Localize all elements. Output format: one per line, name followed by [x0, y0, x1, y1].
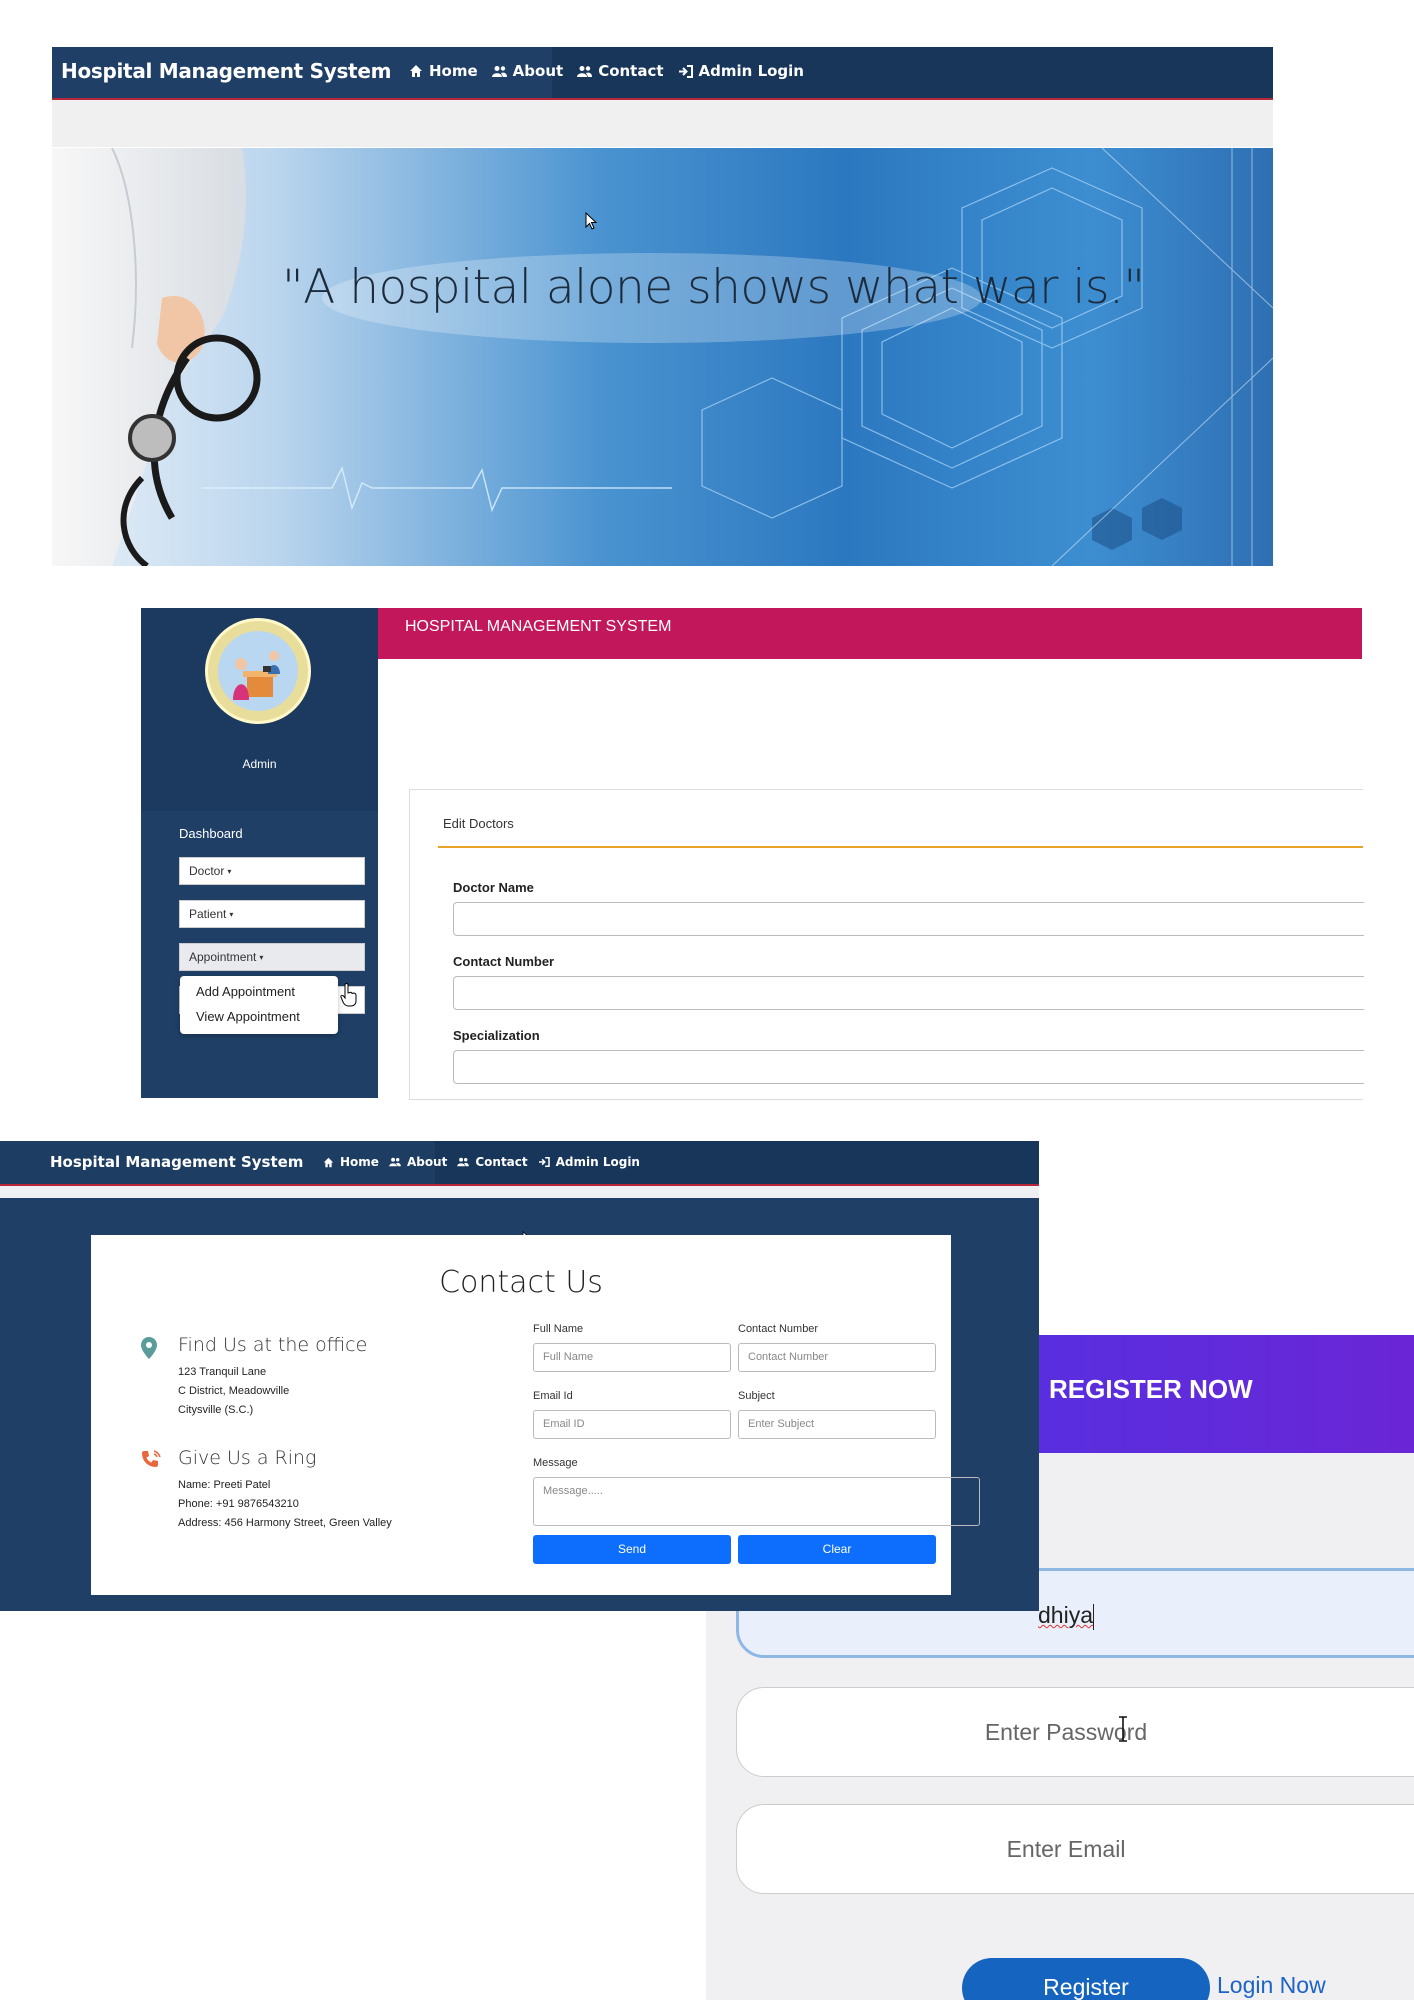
- contact-title: Contact Us: [439, 1265, 603, 1300]
- contact-number-label: Contact Number: [453, 954, 555, 969]
- map-pin-icon: [141, 1337, 157, 1359]
- office-address: 123 Tranquil Lane C District, Meadowvill…: [178, 1366, 290, 1416]
- contact-screenshot: Hospital Management System Home About Co…: [0, 1141, 1039, 1611]
- login-icon: [678, 64, 693, 78]
- register-button[interactable]: Register: [962, 1958, 1210, 2000]
- edit-doctors-card: Edit Doctors Doctor Name Contact Number …: [409, 789, 1364, 1100]
- login-now-link[interactable]: Login Now: [1217, 1972, 1326, 1999]
- message-textarea[interactable]: Message.....: [533, 1477, 980, 1526]
- top-navbar: Hospital Management System Home About Co…: [52, 47, 1273, 100]
- full-name-label: Full Name: [533, 1323, 584, 1335]
- doctor-name-label: Doctor Name: [453, 880, 534, 895]
- nav-home[interactable]: Home: [323, 1155, 379, 1169]
- specialization-label: Specialization: [453, 1028, 540, 1043]
- menu-item-view-appointment[interactable]: View Appointment: [196, 1009, 300, 1024]
- send-button[interactable]: Send: [533, 1535, 731, 1564]
- users-icon: [457, 1157, 470, 1167]
- email-input[interactable]: Email ID: [533, 1410, 731, 1439]
- login-icon: [538, 1157, 550, 1167]
- edit-doctors-title: Edit Doctors: [443, 816, 514, 831]
- appointment-dropdown-menu: Add Appointment View Appointment: [180, 976, 338, 1034]
- brand-title[interactable]: Hospital Management System: [61, 59, 391, 83]
- admin-avatar-illustration: [218, 631, 298, 711]
- nav-admin-login[interactable]: Admin Login: [538, 1155, 640, 1169]
- nav-links: Home About Contact Admin Login: [409, 62, 804, 80]
- nav-contact[interactable]: Contact: [577, 62, 664, 80]
- office-heading: Find Us at the office: [178, 1334, 368, 1356]
- sidebar-dashboard[interactable]: Dashboard: [179, 826, 243, 841]
- brand-title[interactable]: Hospital Management System: [50, 1153, 303, 1171]
- hero-background-image: [52, 148, 1273, 566]
- sidebar-appointment-dropdown[interactable]: Appointment ▾: [179, 943, 365, 971]
- text-cursor-icon: [1119, 1716, 1127, 1742]
- caret-down-icon: ▾: [229, 909, 234, 919]
- message-label: Message: [533, 1457, 578, 1469]
- email-input[interactable]: Enter Email: [736, 1804, 1414, 1894]
- home-icon: [323, 1157, 334, 1167]
- nav-about[interactable]: About: [389, 1155, 447, 1169]
- sidebar-patient-dropdown[interactable]: Patient ▾: [179, 900, 365, 928]
- admin-header-title: HOSPITAL MANAGEMENT SYSTEM: [405, 618, 672, 635]
- hero-banner: "A hospital alone shows what war is.": [52, 148, 1273, 566]
- hero-quote: "A hospital alone shows what war is.": [282, 260, 1145, 315]
- full-name-input[interactable]: Full Name: [533, 1343, 731, 1372]
- subject-input[interactable]: Enter Subject: [738, 1410, 936, 1439]
- admin-user-label: Admin: [242, 757, 277, 771]
- menu-item-add-appointment[interactable]: Add Appointment: [196, 984, 295, 999]
- users-icon: [389, 1157, 401, 1167]
- clear-button[interactable]: Clear: [738, 1535, 936, 1564]
- users-icon: [577, 65, 593, 77]
- caret-down-icon: ▾: [227, 866, 232, 876]
- admin-sidebar: Admin Dashboard Doctor ▾ Patient ▾ Appoint…: [141, 608, 378, 1098]
- password-input[interactable]: Enter Password: [736, 1687, 1414, 1777]
- subject-label: Subject: [738, 1390, 775, 1402]
- caret-down-icon: ▾: [259, 952, 264, 962]
- nav-admin-login[interactable]: Admin Login: [678, 62, 804, 80]
- specialization-input[interactable]: [453, 1050, 1364, 1084]
- nav-about[interactable]: About: [491, 62, 563, 80]
- register-title: REGISTER NOW: [1049, 1374, 1253, 1404]
- contact-number-input[interactable]: Contact Number: [738, 1343, 936, 1372]
- admin-header-bar: HOSPITAL MANAGEMENT SYSTEM: [378, 608, 1362, 659]
- home-screenshot: Hospital Management System Home About Co…: [52, 47, 1273, 566]
- ring-details: Name: Preeti Patel Phone: +91 9876543210…: [178, 1479, 392, 1529]
- nav-contact[interactable]: Contact: [457, 1155, 528, 1169]
- contact-card: Contact Us Find Us at the office 123 Tra…: [91, 1235, 980, 1595]
- email-label: Email Id: [533, 1390, 573, 1402]
- ring-heading: Give Us a Ring: [178, 1447, 317, 1469]
- home-icon: [410, 65, 422, 77]
- hand-pointer-cursor: [340, 983, 357, 1007]
- admin-avatar: [208, 621, 308, 721]
- mouse-cursor: [585, 212, 597, 230]
- doctor-name-input[interactable]: [453, 902, 1364, 936]
- sidebar-doctor-dropdown[interactable]: Doctor ▾: [179, 857, 365, 885]
- contact-number-label: Contact Number: [738, 1323, 819, 1335]
- phone-ring-icon: [142, 1450, 161, 1467]
- nav-links: Home About Contact Admin Login: [323, 1155, 640, 1169]
- contact-navbar: Hospital Management System Home About Co…: [0, 1141, 1039, 1186]
- contact-number-input[interactable]: [453, 976, 1364, 1010]
- users-icon: [491, 65, 507, 77]
- admin-screenshot: Admin Dashboard Doctor ▾ Patient ▾ Appoint…: [141, 608, 1364, 1100]
- nav-home[interactable]: Home: [409, 62, 478, 80]
